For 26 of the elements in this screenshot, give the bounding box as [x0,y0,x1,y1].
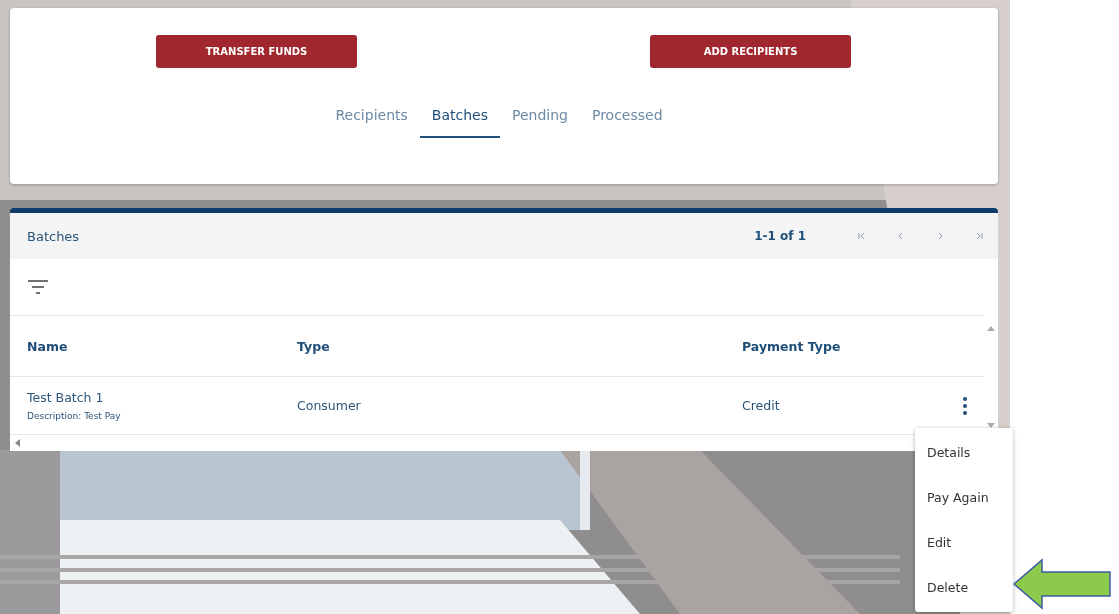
action-button[interactable]: ADD RECIPIENTS [650,35,851,68]
action-button[interactable]: TRANSFER FUNDS [156,35,357,68]
tab[interactable]: Processed [579,95,675,138]
menu-item[interactable]: Edit [915,520,1013,565]
tab[interactable]: Batches [419,95,500,138]
last-page-icon[interactable] [974,231,984,241]
column-header: Type [297,338,331,354]
batch-name: Test Batch 1 [27,390,105,405]
menu-item[interactable]: Pay Again [915,475,1013,520]
menu-item[interactable]: Delete [915,565,1013,610]
table-title: Batches [27,228,81,244]
scroll-up-icon[interactable] [986,325,995,331]
column-header: Name [27,338,69,354]
tab[interactable]: Pending [499,95,580,138]
batch-description: Description: Test Pay [27,411,122,421]
tab[interactable]: Recipients [323,95,420,138]
page-range: 1-1 of 1 [754,229,806,243]
filter-icon[interactable] [27,279,49,295]
pointer-arrow-icon [1012,558,1112,610]
first-page-icon[interactable] [857,231,867,241]
menu-item[interactable]: Details [915,430,1013,475]
column-header: Payment Type [742,338,842,354]
table-cell-text: Credit [742,398,781,413]
table-cell-text: Consumer [297,398,362,413]
scroll-left-icon[interactable] [14,439,20,447]
more-options-icon[interactable] [962,395,968,416]
